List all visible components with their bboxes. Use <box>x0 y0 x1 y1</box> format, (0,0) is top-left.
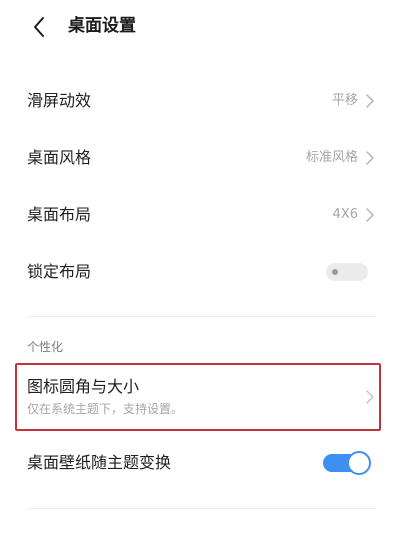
page-title: 桌面设置 <box>68 16 136 36</box>
setting-label: 锁定布局 <box>27 262 92 281</box>
setting-label: 桌面壁纸随主题变换 <box>27 453 172 472</box>
setting-value: 标准风格 <box>305 150 358 165</box>
highlight-annotation-box <box>15 363 381 431</box>
setting-label: 桌面布局 <box>27 205 92 224</box>
chevron-right-icon <box>366 208 374 222</box>
chevron-right-icon <box>366 94 374 108</box>
setting-row-wallpaper-follow-theme: 桌面壁纸随主题变换 <box>0 442 406 484</box>
wallpaper-theme-toggle[interactable] <box>323 451 371 475</box>
setting-label: 桌面风格 <box>27 148 92 167</box>
setting-value: 平移 <box>331 93 358 108</box>
section-title-personalization: 个性化 <box>27 340 64 354</box>
setting-value: 4X6 <box>332 207 358 222</box>
header-bar: 桌面设置 <box>0 0 406 52</box>
setting-row-desktop-layout[interactable]: 桌面布局 4X6 <box>0 194 406 236</box>
setting-row-desktop-style[interactable]: 桌面风格 标准风格 <box>0 137 406 179</box>
setting-row-scroll-effect[interactable]: 滑屏动效 平移 <box>0 80 406 122</box>
setting-label: 滑屏动效 <box>27 91 92 110</box>
bottom-divider <box>27 508 377 509</box>
chevron-right-icon <box>366 151 374 165</box>
back-button[interactable] <box>22 10 56 44</box>
chevron-left-icon <box>34 17 44 37</box>
toggle-knob <box>347 451 371 475</box>
lock-layout-toggle[interactable] <box>326 263 368 281</box>
section-divider <box>27 316 377 317</box>
toggle-knob <box>332 269 338 275</box>
setting-row-lock-layout: 锁定布局 <box>0 251 406 293</box>
